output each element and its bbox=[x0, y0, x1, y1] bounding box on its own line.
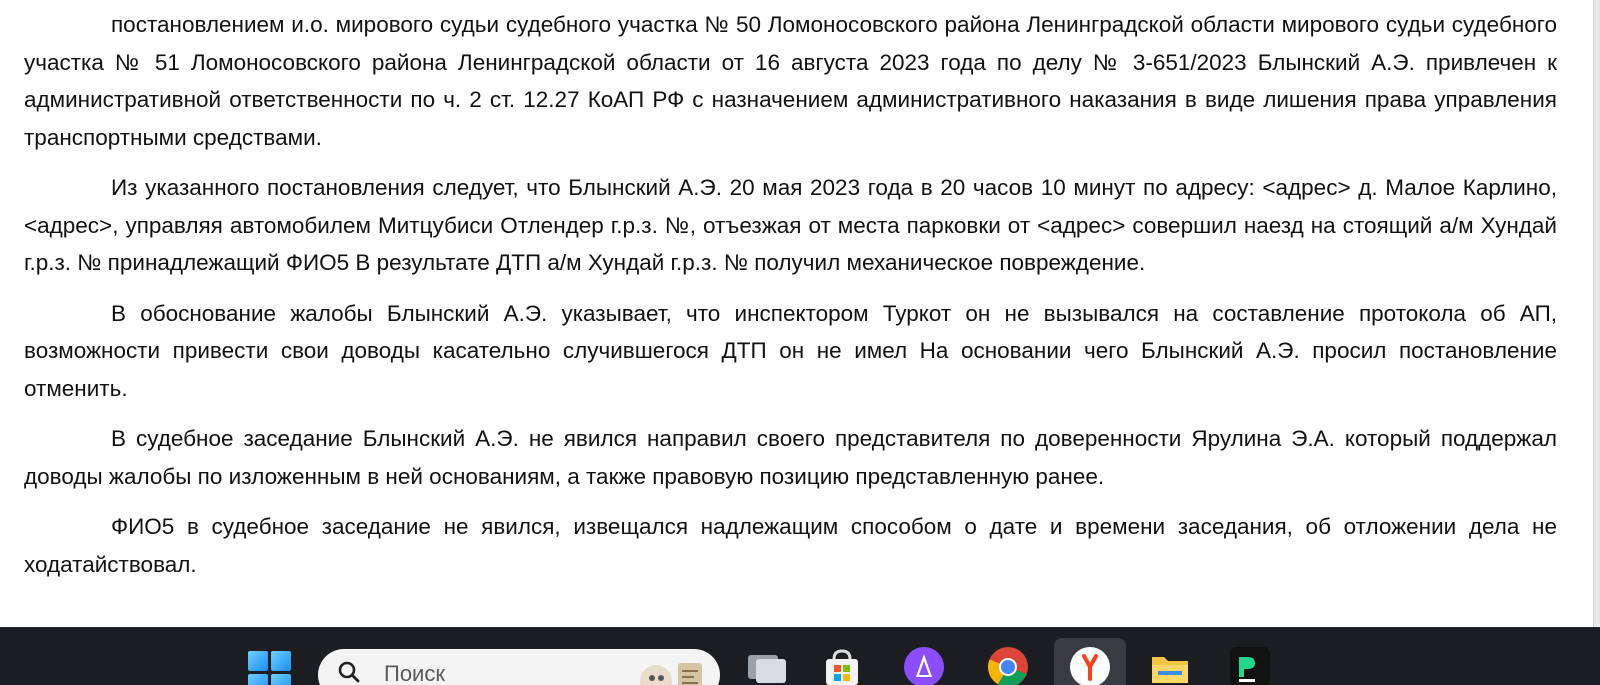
alice-assistant-icon[interactable] bbox=[902, 645, 946, 685]
yandex-browser-icon bbox=[1070, 647, 1110, 685]
paragraph-4: В судебное заседание Блынский А.Э. не яв… bbox=[24, 426, 1557, 489]
microsoft-store-icon[interactable] bbox=[820, 645, 864, 685]
paragraph-2: Из указанного постановления следует, что… bbox=[24, 175, 1557, 275]
task-view-icon[interactable] bbox=[744, 645, 788, 685]
yandex-browser-tile[interactable] bbox=[1054, 638, 1126, 685]
windows-start-icon[interactable] bbox=[248, 651, 292, 685]
paragraph-3: В обоснование жалобы Блынский А.Э. указы… bbox=[24, 300, 1557, 401]
paragraph-1: постановлением и.о. мирового судьи судеб… bbox=[24, 12, 1557, 150]
pycharm-icon[interactable] bbox=[1228, 645, 1272, 685]
paragraph-5: ФИО5 в судебное заседание не явился, изв… bbox=[24, 514, 1557, 577]
search-highlight-illustration-icon bbox=[640, 663, 702, 685]
document-body: постановлением и.о. мирового судьи судеб… bbox=[24, 6, 1557, 596]
search-icon bbox=[338, 661, 360, 683]
taskbar-search-box[interactable]: Поиск bbox=[318, 649, 720, 685]
search-placeholder: Поиск bbox=[384, 661, 445, 685]
file-explorer-icon[interactable] bbox=[1148, 645, 1192, 685]
vertical-scrollbar[interactable] bbox=[1593, 0, 1600, 627]
document-viewport[interactable]: постановлением и.о. мирового судьи судеб… bbox=[0, 0, 1600, 627]
taskbar: Поиск bbox=[0, 627, 1600, 685]
chrome-icon[interactable] bbox=[986, 645, 1030, 685]
